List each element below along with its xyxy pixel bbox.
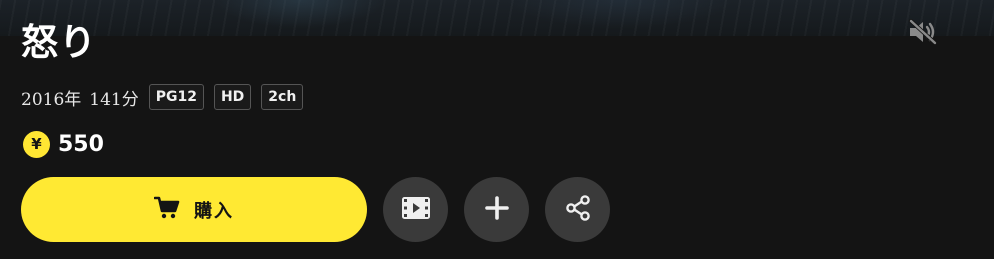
price-value: 550 bbox=[58, 131, 104, 157]
buy-button[interactable]: 購入 bbox=[21, 177, 367, 242]
film-play-icon bbox=[401, 196, 431, 224]
speaker-muted-icon bbox=[908, 19, 938, 49]
release-year: 2016年 bbox=[21, 89, 82, 110]
share-button[interactable] bbox=[545, 177, 610, 242]
price: ¥ 550 bbox=[23, 128, 104, 160]
quality-badge: HD bbox=[213, 84, 252, 110]
buy-button-label: 購入 bbox=[194, 200, 234, 222]
yen-coin-icon: ¥ bbox=[23, 130, 50, 158]
plus-icon bbox=[484, 195, 510, 225]
page-title: 怒り bbox=[21, 21, 97, 64]
share-icon bbox=[565, 194, 591, 225]
trailer-button[interactable] bbox=[383, 177, 448, 242]
mute-button[interactable] bbox=[906, 18, 940, 50]
cart-icon bbox=[153, 196, 180, 224]
rating-badge: PG12 bbox=[148, 84, 204, 110]
runtime: 141分 bbox=[89, 89, 139, 110]
add-to-list-button[interactable] bbox=[464, 177, 529, 242]
hero-image-strip bbox=[0, 0, 994, 36]
audio-badge: 2ch bbox=[261, 84, 304, 110]
meta-info: 2016年 141分 PG12 HD 2ch bbox=[21, 82, 304, 112]
